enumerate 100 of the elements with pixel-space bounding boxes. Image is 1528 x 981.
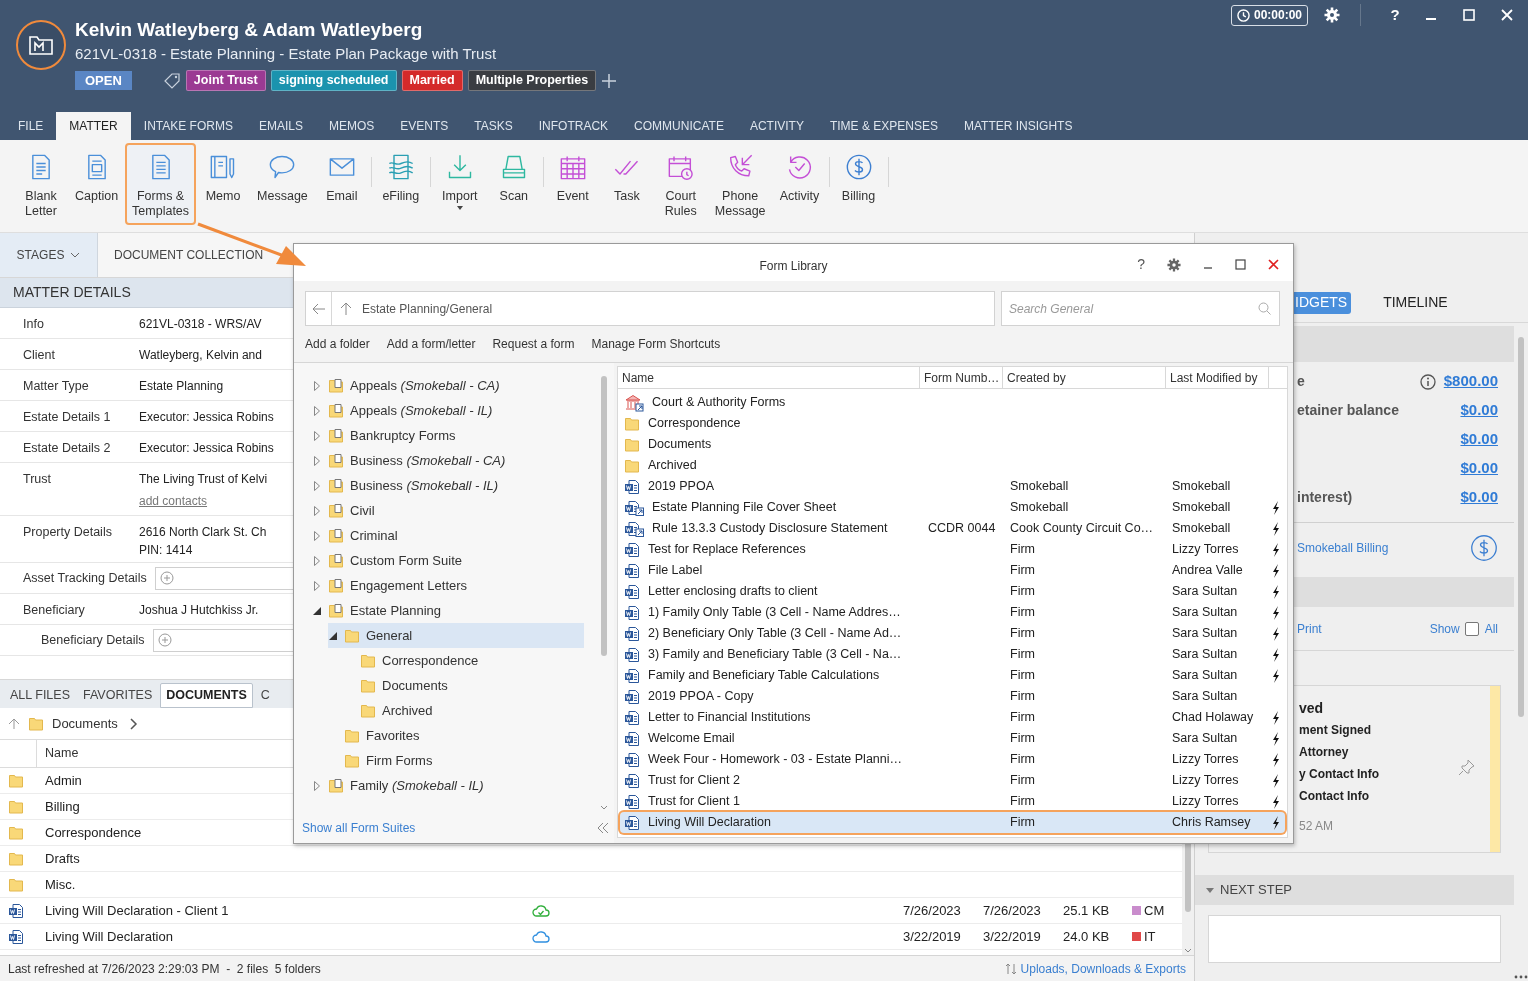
matter-tag[interactable]: Joint Trust	[185, 70, 266, 91]
expand-arrow-icon[interactable]	[314, 580, 320, 591]
matter-tag[interactable]: signing scheduled	[270, 70, 397, 91]
files-tab[interactable]: ALL FILES	[5, 683, 75, 708]
collapse-arrow-icon[interactable]	[329, 631, 337, 640]
menu-tab[interactable]: FILE	[5, 112, 57, 140]
expand-arrow-icon[interactable]	[314, 530, 320, 541]
ribbon-button[interactable]: Court Rules	[653, 143, 708, 225]
menu-tab[interactable]: INFOTRACK	[525, 112, 622, 140]
menu-tab[interactable]: INTAKE FORMS	[130, 112, 246, 140]
billing-link[interactable]: Smokeball Billing	[1297, 539, 1389, 557]
stages-dropdown[interactable]: STAGES	[0, 233, 98, 277]
chevron-right-icon[interactable]	[129, 717, 138, 730]
show-all-checkbox[interactable]	[1464, 621, 1479, 636]
expand-arrow-icon[interactable]	[314, 380, 320, 391]
print-link[interactable]: Print	[1297, 619, 1322, 638]
ribbon-button[interactable]: Memo	[196, 143, 251, 225]
tree-item[interactable]: Firm Forms	[328, 748, 584, 773]
action-link[interactable]: Request a form	[492, 335, 575, 353]
collapse-arrow-icon[interactable]	[313, 606, 321, 615]
transfers-link[interactable]: Uploads, Downloads & Exports	[1004, 959, 1186, 978]
ribbon-button[interactable]: Blank Letter	[14, 143, 68, 225]
files-tab[interactable]: DOCUMENTS	[160, 683, 253, 708]
close-icon[interactable]	[1268, 259, 1279, 270]
expand-arrow-icon[interactable]	[314, 455, 320, 466]
add-field[interactable]	[154, 566, 293, 590]
ribbon-button[interactable]: Event	[545, 143, 600, 225]
back-arrow-icon[interactable]	[311, 302, 326, 315]
ribbon-button[interactable]: Caption	[68, 143, 126, 225]
expand-arrow-icon[interactable]	[314, 430, 320, 441]
search-field[interactable]: Search General	[1001, 291, 1280, 326]
timer-button[interactable]: 00:00:00	[1230, 4, 1308, 26]
menu-tab[interactable]: TIME & EXPENSES	[816, 112, 951, 140]
menu-tab[interactable]: COMMUNICATE	[621, 112, 737, 140]
files-tab[interactable]: FAVORITES	[78, 683, 158, 708]
tree-item[interactable]: Custom Form Suite	[312, 548, 584, 573]
amount-link[interactable]: $0.00	[1460, 486, 1498, 509]
section-header[interactable]: NEXT STEP	[1195, 875, 1514, 905]
ribbon-button[interactable]: Import	[432, 143, 487, 225]
help-button[interactable]: ?	[1137, 254, 1145, 275]
up-arrow-icon[interactable]	[340, 301, 352, 316]
ribbon-button[interactable]: Message	[250, 143, 315, 225]
menu-tab[interactable]: MATTER	[56, 112, 131, 140]
expand-arrow-icon[interactable]	[314, 780, 320, 791]
tree-item[interactable]: Civil	[312, 498, 584, 523]
action-link[interactable]: Add a form/letter	[386, 335, 476, 353]
ribbon-button[interactable]: Email	[314, 143, 369, 225]
tree-item[interactable]: Business (Smokeball - CA)	[312, 448, 584, 473]
menu-tab[interactable]: TASKS	[461, 112, 526, 140]
ribbon-button[interactable]: Task	[599, 143, 654, 225]
stage-step[interactable]: DOCUMENT COLLECTION	[98, 233, 284, 277]
action-link[interactable]: Manage Form Shortcuts	[591, 335, 721, 353]
ribbon-button[interactable]: Forms & Templates	[125, 143, 197, 225]
column-header[interactable]: Name	[37, 744, 79, 763]
path-bar[interactable]: Estate Planning/General	[305, 291, 995, 326]
help-button[interactable]: ?	[1385, 4, 1405, 27]
menu-tab[interactable]: MEMOS	[315, 112, 388, 140]
amount-link[interactable]: $800.00	[1443, 370, 1498, 393]
tree-item[interactable]: Appeals (Smokeball - IL)	[312, 398, 584, 423]
breadcrumb-item[interactable]: Documents	[52, 713, 118, 734]
ribbon-button[interactable]: Activity	[772, 143, 827, 225]
action-link[interactable]: Add a folder	[305, 335, 370, 353]
menu-tab[interactable]: MATTER INSIGHTS	[950, 112, 1086, 140]
tree-item[interactable]: Criminal	[312, 523, 584, 548]
matter-tag[interactable]: Married	[401, 70, 463, 91]
amount-link[interactable]: $0.00	[1460, 428, 1498, 451]
tree-item[interactable]: Correspondence	[344, 648, 584, 673]
menu-tab[interactable]: EVENTS	[387, 112, 462, 140]
column-header[interactable]: Form Numb…	[920, 367, 1003, 388]
amount-link[interactable]: $0.00	[1460, 457, 1498, 480]
tree-item[interactable]: Estate Planning	[312, 598, 584, 623]
tree-item[interactable]: Business (Smokeball - IL)	[312, 473, 584, 498]
column-header[interactable]: Last Modified by	[1166, 367, 1269, 388]
tree-item[interactable]: Appeals (Smokeball - CA)	[312, 373, 584, 398]
expand-arrow-icon[interactable]	[314, 480, 320, 491]
amount-link[interactable]: $0.00	[1460, 399, 1498, 422]
tree-item[interactable]: General	[328, 623, 584, 648]
settings-icon[interactable]	[1167, 257, 1181, 272]
dollar-circle-icon[interactable]	[1470, 534, 1498, 562]
maximize-icon[interactable]	[1235, 259, 1246, 270]
next-step-field[interactable]	[1208, 915, 1501, 963]
expand-arrow-icon[interactable]	[314, 505, 320, 516]
tree-item[interactable]: Engagement Letters	[312, 573, 584, 598]
ribbon-button[interactable]: Billing	[831, 143, 886, 225]
matter-tag[interactable]: Multiple Properties	[467, 70, 597, 91]
form-row[interactable]: Living Will Declaration Firm Chris Ramsey	[620, 812, 1285, 833]
show-all-link[interactable]: Show all Form Suites	[302, 819, 416, 837]
collapse-panel-icon[interactable]	[596, 822, 610, 834]
files-tab[interactable]: C	[255, 683, 275, 708]
menu-tab[interactable]: EMAILS	[245, 112, 316, 140]
column-header[interactable]: Created by	[1003, 367, 1166, 388]
add-tag-icon[interactable]	[601, 72, 618, 89]
add-contacts-link[interactable]: add contacts	[139, 492, 208, 510]
tree-item[interactable]: Bankruptcy Forms	[312, 423, 584, 448]
tree-item[interactable]: Family (Smokeball - IL)	[312, 773, 584, 798]
tree-item[interactable]: Archived	[344, 698, 584, 723]
column-header[interactable]: Name	[618, 367, 920, 388]
menu-tab[interactable]: ACTIVITY	[736, 112, 817, 140]
up-arrow-icon[interactable]	[8, 717, 20, 730]
expand-arrow-icon[interactable]	[314, 555, 320, 566]
